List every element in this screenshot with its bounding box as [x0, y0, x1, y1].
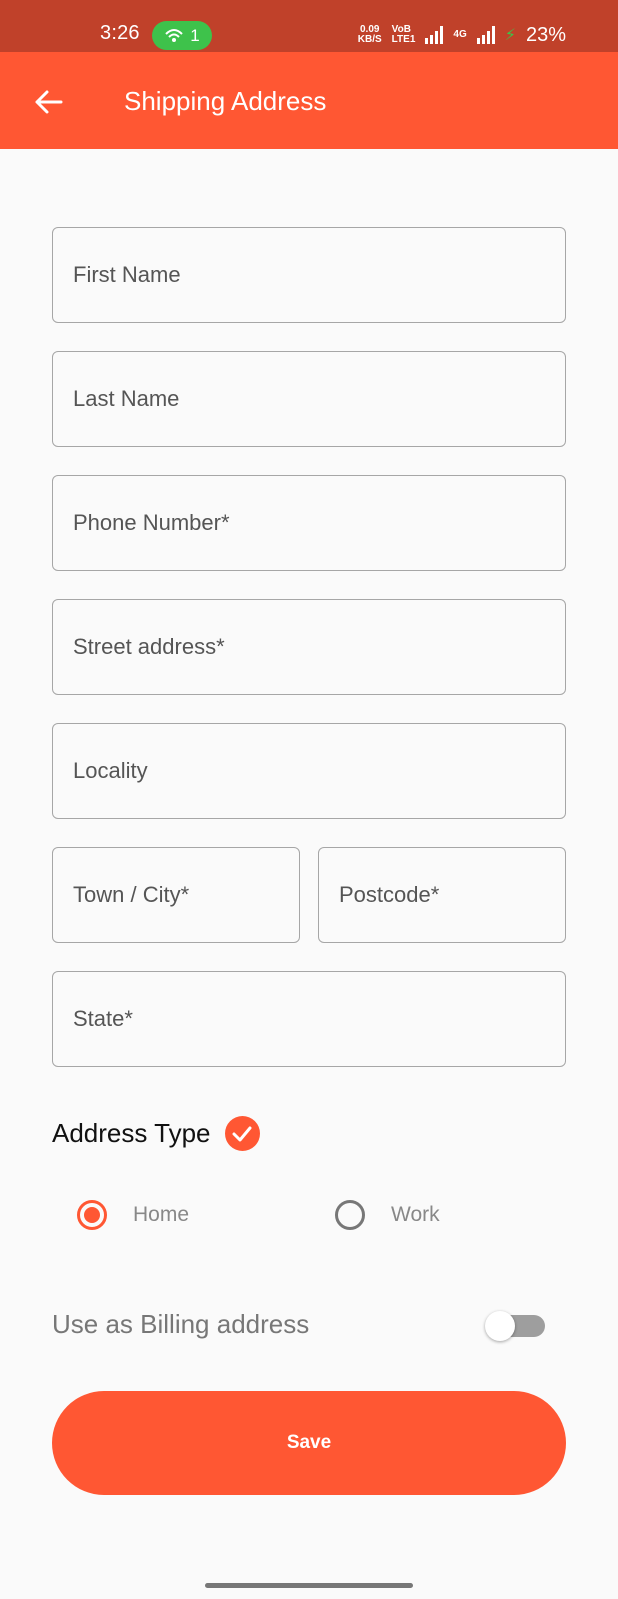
- status-time: 3:26: [100, 22, 140, 44]
- locality-input[interactable]: [53, 724, 565, 818]
- town-input[interactable]: [53, 848, 299, 942]
- locality-field[interactable]: [52, 723, 566, 819]
- radio-home-label: Home: [133, 1203, 190, 1226]
- save-button[interactable]: Save: [52, 1391, 566, 1495]
- last-name-input[interactable]: [53, 352, 565, 446]
- last-name-field[interactable]: [52, 351, 566, 447]
- radio-home[interactable]: Home: [77, 1200, 189, 1230]
- town-field[interactable]: [52, 847, 300, 943]
- phone-field[interactable]: [52, 475, 566, 571]
- phone-input[interactable]: [53, 476, 565, 570]
- street-input[interactable]: [53, 600, 565, 694]
- charging-icon: ⚡: [504, 27, 516, 44]
- billing-toggle[interactable]: [485, 1311, 545, 1341]
- first-name-input[interactable]: [53, 228, 565, 322]
- check-circle-icon: [224, 1116, 260, 1151]
- hotspot-indicator: 1: [152, 21, 212, 50]
- volte-indicator: VoB LTE1: [392, 25, 416, 45]
- net-speed: 0.09 KB/S: [358, 25, 382, 45]
- status-right-group: 0.09 KB/S VoB LTE1 4G ⚡ 23%: [358, 22, 566, 48]
- battery-percent: 23%: [525, 23, 566, 46]
- volte-bottom: LTE1: [391, 34, 416, 45]
- radio-selected-icon[interactable]: [77, 1200, 107, 1230]
- postcode-input[interactable]: [319, 848, 565, 942]
- signal-icon-2: [476, 26, 495, 44]
- radio-unselected-icon[interactable]: [335, 1200, 365, 1230]
- net-speed-unit: KB/S: [357, 34, 382, 45]
- toggle-thumb[interactable]: [485, 1311, 515, 1341]
- address-type-header: Address Type: [52, 1116, 260, 1151]
- network-type: 4G: [453, 29, 467, 40]
- address-type-label: Address Type: [52, 1118, 211, 1148]
- state-input[interactable]: [53, 972, 565, 1066]
- postcode-field[interactable]: [318, 847, 566, 943]
- billing-label: Use as Billing address: [52, 1309, 310, 1339]
- page-title: Shipping Address: [124, 86, 327, 116]
- state-field[interactable]: [52, 971, 566, 1067]
- first-name-field[interactable]: [52, 227, 566, 323]
- signal-icon: [425, 26, 444, 44]
- hotspot-icon: [165, 28, 183, 42]
- radio-work[interactable]: Work: [335, 1200, 440, 1230]
- hotspot-count: 1: [190, 25, 200, 45]
- arrow-left-icon: [35, 90, 63, 114]
- radio-work-label: Work: [391, 1203, 440, 1226]
- home-indicator: [205, 1583, 413, 1588]
- street-field[interactable]: [52, 599, 566, 695]
- status-bar: 3:26 1 0.09 KB/S VoB LTE1 4G ⚡ 23%: [0, 0, 618, 52]
- back-button[interactable]: [28, 82, 68, 122]
- app-bar: Shipping Address: [0, 52, 618, 149]
